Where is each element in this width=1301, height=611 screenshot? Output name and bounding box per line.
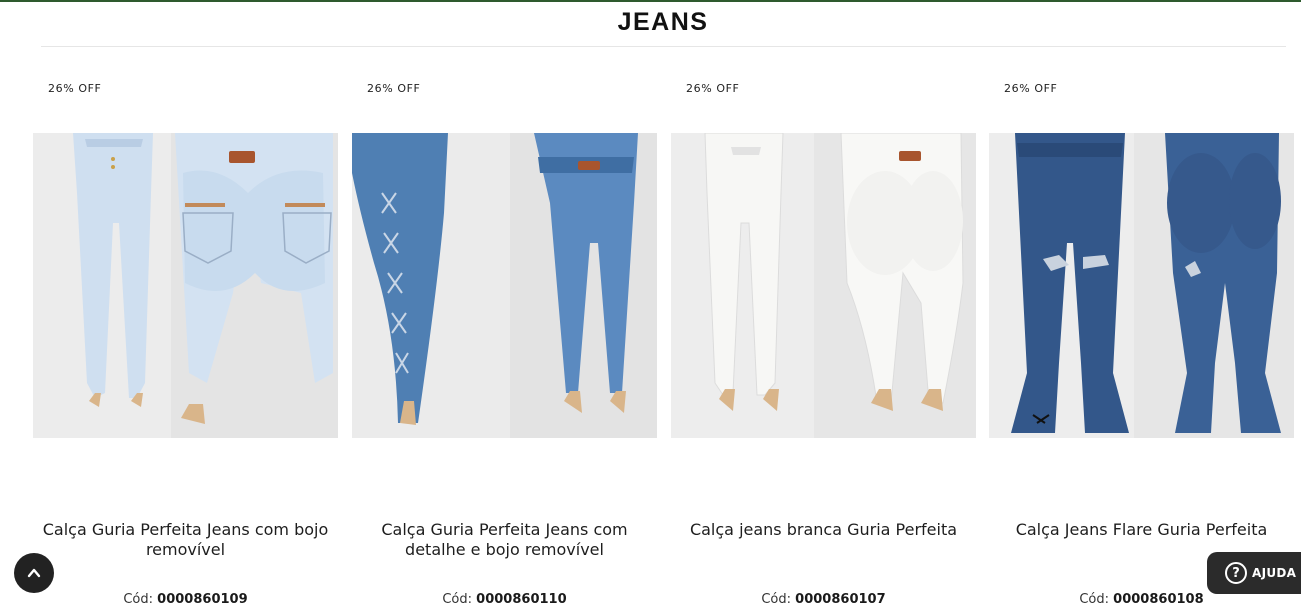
chevron-up-icon (27, 568, 41, 578)
product-code: Cód: 0000860110 (352, 592, 657, 607)
product-code-label: Cód: (123, 592, 154, 607)
product-code-label: Cód: (1079, 592, 1110, 607)
product-code-value: 0000860108 (1113, 592, 1204, 607)
product-code-value: 0000860109 (157, 592, 248, 607)
help-label: AJUDA (1252, 566, 1297, 580)
product-code: Cód: 0000860108 (989, 592, 1294, 607)
product-code-value: 0000860107 (795, 592, 886, 607)
discount-badge: 26% OFF (367, 82, 421, 95)
discount-badge: 26% OFF (48, 82, 102, 95)
product-card[interactable]: 26% OFF Calça Jeans Flare Guria Perfeita… (989, 0, 1294, 611)
product-grid: 26% OFF Calça Guria Perfeita Jeans com b… (0, 0, 1301, 611)
product-name[interactable]: Calça Jeans Flare Guria Perfeita (989, 520, 1294, 540)
discount-badge: 26% OFF (686, 82, 740, 95)
product-code-value: 0000860110 (476, 592, 567, 607)
product-name[interactable]: Calça Guria Perfeita Jeans com detalhe e… (352, 520, 657, 560)
product-code: Cód: 0000860109 (33, 592, 338, 607)
product-code-label: Cód: (761, 592, 792, 607)
product-image[interactable] (33, 133, 338, 438)
product-code-label: Cód: (442, 592, 473, 607)
product-name[interactable]: Calça jeans branca Guria Perfeita (671, 520, 976, 540)
scroll-to-top-button[interactable] (14, 553, 54, 593)
product-card[interactable]: 26% OFF Calça Guria Perfeita Jeans com d… (352, 0, 657, 611)
product-code: Cód: 0000860107 (671, 592, 976, 607)
product-name[interactable]: Calça Guria Perfeita Jeans com bojo remo… (33, 520, 338, 560)
product-image[interactable] (989, 133, 1294, 438)
product-card[interactable]: 26% OFF Calça Guria Perfeita Jeans com b… (33, 0, 338, 611)
help-button[interactable]: ? AJUDA (1207, 552, 1301, 594)
product-image[interactable] (352, 133, 657, 438)
question-icon: ? (1225, 562, 1247, 584)
product-card[interactable]: 26% OFF Calça jeans branca Guria Perfeit… (671, 0, 976, 611)
discount-badge: 26% OFF (1004, 82, 1058, 95)
product-image[interactable] (671, 133, 976, 438)
